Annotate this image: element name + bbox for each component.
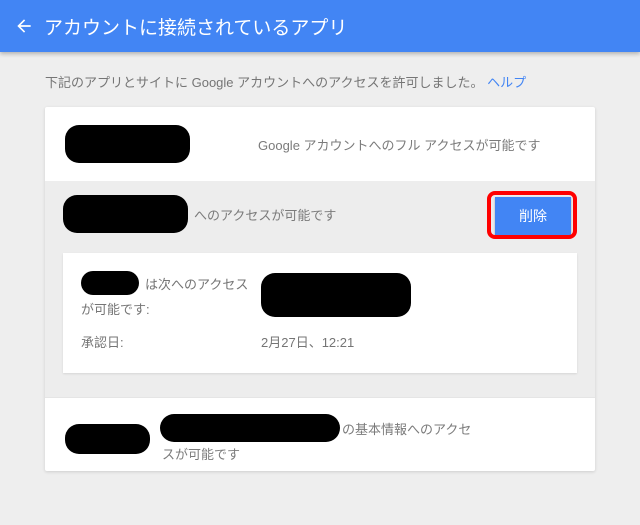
- auth-date-value: 2月27日、12:21: [261, 332, 354, 351]
- app-row-1[interactable]: Google アカウントへのフル アクセスが可能です: [45, 107, 595, 181]
- app-row-3-desc: の基本情報へのアクセ スが可能です: [160, 414, 553, 463]
- redacted-scope-value: [261, 273, 411, 317]
- auth-date-row: 承認日: 2月27日、12:21: [81, 332, 559, 351]
- app-detail-card: は次へのアクセス が可能です: 承認日: 2月27日、12:21: [63, 253, 577, 373]
- app-row-2-header[interactable]: へのアクセスが可能です 削除: [63, 195, 577, 247]
- app-row-3-suffix2: スが可能です: [160, 444, 553, 463]
- redacted-app-name: [65, 125, 190, 163]
- intro-description: 下記のアプリとサイトに Google アカウントへのアクセスを許可しました。: [45, 75, 484, 90]
- intro-text: 下記のアプリとサイトに Google アカウントへのアクセスを許可しました。 ヘ…: [0, 52, 640, 107]
- access-scope-label: は次へのアクセス が可能です:: [81, 271, 261, 318]
- page-header: アカウントに接続されているアプリ: [0, 0, 640, 52]
- connected-apps-list: Google アカウントへのフル アクセスが可能です へのアクセスが可能です 削…: [0, 107, 640, 471]
- redacted-app-name: [63, 195, 188, 233]
- remove-button[interactable]: 削除: [495, 197, 571, 235]
- app-row-1-desc: Google アカウントへのフル アクセスが可能です: [208, 135, 575, 154]
- back-arrow-icon[interactable]: [14, 16, 34, 36]
- page-title: アカウントに接続されているアプリ: [44, 13, 347, 40]
- access-scope-text-2: が可能です:: [81, 299, 261, 318]
- apps-card: Google アカウントへのフル アクセスが可能です へのアクセスが可能です 削…: [45, 107, 595, 471]
- access-scope-row: は次へのアクセス が可能です:: [81, 271, 559, 318]
- app-row-2-expanded: へのアクセスが可能です 削除 は次へのアクセス が可能です: 承認日: 2月27…: [45, 181, 595, 397]
- access-scope-text-1: は次へのアクセス: [145, 274, 248, 293]
- app-row-3-suffix1: の基本情報へのアクセ: [342, 419, 471, 438]
- help-link[interactable]: ヘルプ: [487, 75, 526, 90]
- redacted-text: [81, 271, 139, 295]
- redacted-text: [160, 414, 340, 442]
- redacted-app-name: [65, 424, 150, 454]
- auth-date-label: 承認日:: [81, 332, 261, 351]
- app-row-3[interactable]: の基本情報へのアクセ スが可能です: [45, 397, 595, 471]
